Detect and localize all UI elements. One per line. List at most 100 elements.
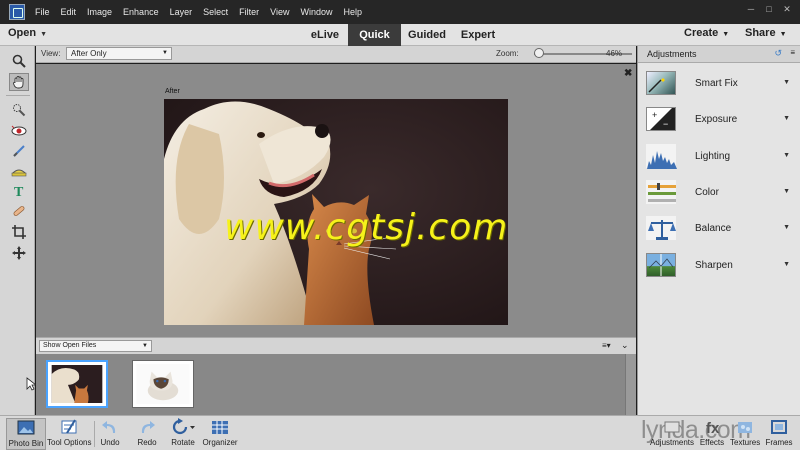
chevron-down-icon: ▼ (40, 31, 48, 38)
redo-label: Redo (137, 438, 157, 447)
panel-menu-icon[interactable]: ≡ (790, 48, 795, 57)
svg-text:−: − (663, 119, 668, 129)
zoom-label: Zoom: (496, 49, 519, 58)
photo-bin-filter-value: Show Open Files (43, 342, 97, 349)
thumbnail-dog-cat-image (51, 365, 103, 403)
menu-layer[interactable]: Layer (170, 7, 193, 17)
create-label: Create (684, 27, 719, 39)
textures-button[interactable]: Textures (730, 418, 760, 450)
menu-select[interactable]: Select (203, 7, 228, 17)
bin-menu-icon[interactable]: ≡▾ (602, 341, 611, 350)
photo-thumbnail[interactable] (132, 360, 194, 408)
redo-button[interactable]: Redo (134, 418, 160, 450)
photo-bin-button[interactable]: Photo Bin (6, 418, 46, 450)
quick-selection-tool-icon[interactable] (9, 101, 29, 119)
tool-options-label: Tool Options (47, 438, 92, 447)
adjustment-exposure[interactable]: + − Exposure ▼ (638, 104, 800, 138)
chevron-down-icon: ▼ (783, 115, 790, 122)
reset-icon[interactable]: ↺ (774, 48, 782, 59)
menu-filter[interactable]: Filter (239, 7, 259, 17)
smart-fix-icon (646, 71, 676, 95)
create-button[interactable]: Create ▼ (684, 27, 729, 39)
move-tool-icon[interactable] (9, 244, 29, 262)
frames-button[interactable]: Frames (764, 418, 794, 450)
sharpen-icon (646, 253, 676, 277)
adjustment-label: Exposure (695, 114, 738, 125)
photo-thumbnail[interactable] (46, 360, 108, 408)
balance-icon (646, 216, 676, 240)
zoom-slider-thumb[interactable] (533, 48, 544, 58)
crop-tool-icon[interactable] (9, 223, 29, 241)
tab-guided[interactable]: Guided (402, 24, 452, 46)
adjustments-button[interactable]: Adjustments (650, 418, 694, 450)
window-controls: ─ □ ✕ (744, 3, 794, 15)
effects-icon: fx (706, 420, 720, 436)
adjustment-sharpen[interactable]: Sharpen ▼ (638, 250, 800, 284)
whiten-teeth-tool-icon[interactable] (9, 142, 29, 160)
menu-window[interactable]: Window (300, 7, 332, 17)
menu-help[interactable]: Help (343, 7, 362, 17)
mode-bar: Open ▼ eLive Quick Guided Expert Create ▼ … (0, 24, 800, 46)
adjustments-panel: Adjustments ↺ ≡ Smart Fix ▼ + − Exposure … (637, 46, 800, 415)
zoom-tool-icon[interactable] (9, 52, 29, 70)
tab-quick[interactable]: Quick (348, 24, 401, 46)
type-tool-icon[interactable]: T (9, 182, 29, 200)
tool-options-button[interactable]: Tool Options (47, 418, 91, 450)
tool-options-icon (61, 419, 77, 434)
thumbnail-cat-image (136, 364, 190, 404)
chevron-down-icon: ▼ (783, 152, 790, 159)
adjustment-balance[interactable]: Balance ▼ (638, 213, 800, 247)
undo-icon (102, 421, 116, 433)
share-label: Share (745, 27, 776, 39)
chevron-down-icon: ▼ (783, 224, 790, 231)
textures-icon (738, 422, 752, 433)
spot-healing-tool-icon[interactable] (9, 202, 29, 220)
view-options-bar: View: After Only ▼ Zoom: 46% (36, 46, 636, 63)
menu-file[interactable]: File (35, 7, 50, 17)
watermark-text: www.cgtsj.com (224, 207, 508, 248)
frames-icon (771, 420, 787, 434)
tab-expert[interactable]: Expert (455, 24, 501, 46)
photo-bin (36, 354, 636, 415)
menu-image[interactable]: Image (87, 7, 112, 17)
close-document-icon[interactable]: ✖ (624, 68, 632, 79)
taskbar-divider (94, 421, 95, 447)
maximize-icon[interactable]: □ (762, 3, 776, 15)
hand-tool-icon[interactable] (9, 73, 29, 91)
menu-view[interactable]: View (270, 7, 289, 17)
menu-enhance[interactable]: Enhance (123, 7, 159, 17)
open-button[interactable]: Open ▼ (8, 27, 47, 39)
adjustments-icon (664, 421, 680, 433)
toolbox: T (0, 46, 35, 415)
rotate-button[interactable]: Rotate (169, 418, 197, 450)
minimize-icon[interactable]: ─ (744, 3, 758, 15)
svg-text:T: T (14, 185, 24, 198)
view-select[interactable]: After Only ▼ (66, 47, 172, 60)
menu-edit[interactable]: Edit (61, 7, 77, 17)
taskbar: Photo Bin Tool Options Undo Redo Rotate … (0, 415, 800, 450)
adjustments-header: Adjustments ↺ ≡ (638, 46, 800, 63)
adjustment-label: Sharpen (695, 260, 733, 271)
collapse-chevron-icon[interactable]: ⌄ (621, 340, 629, 351)
undo-button[interactable]: Undo (97, 418, 123, 450)
share-button[interactable]: Share ▼ (745, 27, 787, 39)
tab-elive[interactable]: eLive (303, 24, 347, 46)
adjustment-smart-fix[interactable]: Smart Fix ▼ (638, 68, 800, 102)
adjustments-title: Adjustments (647, 49, 697, 59)
effects-button[interactable]: fx Effects (699, 418, 725, 450)
organizer-button[interactable]: Organizer (202, 418, 238, 450)
adjustment-label: Smart Fix (695, 78, 738, 89)
adjustment-lighting[interactable]: Lighting ▼ (638, 141, 800, 175)
photo-bin-scrollbar[interactable] (625, 354, 636, 415)
straighten-tool-icon[interactable] (9, 162, 29, 180)
photo-bin-filter-select[interactable]: Show Open Files ▼ (39, 340, 152, 352)
textures-label: Textures (730, 438, 761, 447)
chevron-down-icon: ▼ (783, 261, 790, 268)
close-window-icon[interactable]: ✕ (780, 3, 794, 15)
photo-dog-and-cat[interactable]: www.cgtsj.com (164, 99, 508, 325)
adjustment-color[interactable]: Color ▼ (638, 177, 800, 211)
red-eye-tool-icon[interactable] (9, 122, 29, 140)
menu-bar: File Edit Image Enhance Layer Select Fil… (0, 0, 800, 24)
image-canvas[interactable]: ✖ After www.cgtsj.com (36, 64, 636, 337)
redo-icon (141, 421, 155, 433)
